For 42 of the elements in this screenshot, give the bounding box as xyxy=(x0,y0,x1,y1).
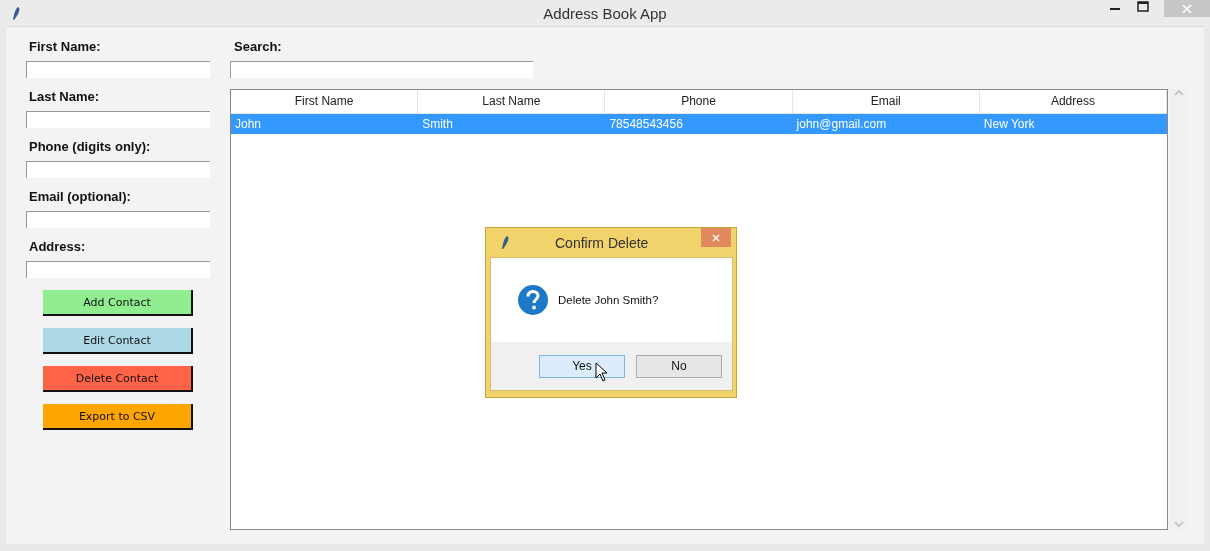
field-label: First Name: xyxy=(29,39,102,54)
action-button[interactable]: Add Contact xyxy=(43,290,193,316)
table-cell-text: New York xyxy=(982,116,1036,133)
feather-icon xyxy=(499,235,511,250)
dialog-title: Confirm Delete xyxy=(555,234,649,251)
input-field[interactable] xyxy=(26,61,210,78)
scroll-up-icon[interactable] xyxy=(1173,89,1184,97)
table-cell-text: 78548543456 xyxy=(608,116,684,133)
close-icon xyxy=(711,232,721,243)
field-label: Address: xyxy=(29,239,87,254)
column-header[interactable]: Email xyxy=(792,90,980,113)
column-header[interactable]: Address xyxy=(979,90,1167,113)
search-field[interactable] xyxy=(230,61,533,78)
dialog-button[interactable]: Yes xyxy=(539,354,625,378)
question-icon xyxy=(517,284,549,316)
dialog-message: Delete John Smith? xyxy=(558,294,659,306)
input-field[interactable] xyxy=(26,261,210,278)
field-label: Email (optional): xyxy=(29,189,132,204)
input-field[interactable] xyxy=(26,111,210,128)
maximize-icon[interactable] xyxy=(1136,0,1150,14)
close-icon xyxy=(1181,2,1193,15)
action-button[interactable]: Delete Contact xyxy=(43,366,193,392)
feather-icon xyxy=(10,5,22,21)
window-title: Address Book App xyxy=(543,4,667,22)
scroll-down-icon[interactable] xyxy=(1173,520,1184,528)
field-label: Phone (digits only): xyxy=(29,139,152,154)
input-field[interactable] xyxy=(26,211,210,228)
close-button[interactable] xyxy=(1164,0,1210,17)
column-header[interactable]: Phone xyxy=(605,90,793,113)
dialog-button[interactable]: No xyxy=(636,354,722,378)
action-button[interactable]: Edit Contact xyxy=(43,328,193,354)
table-cell-text: john@gmail.com xyxy=(795,116,888,133)
column-header[interactable]: Last Name xyxy=(418,90,606,113)
search-label: Search: xyxy=(234,39,283,54)
column-header[interactable]: First Name xyxy=(231,90,419,113)
action-button[interactable]: Export to CSV xyxy=(43,404,193,430)
mouse-pointer-icon xyxy=(595,362,609,382)
close-button[interactable] xyxy=(701,228,731,247)
field-label: Last Name: xyxy=(29,89,101,104)
input-field[interactable] xyxy=(26,161,210,178)
table-cell-text: Smith xyxy=(421,116,454,133)
table-cell-text: John xyxy=(234,116,263,133)
